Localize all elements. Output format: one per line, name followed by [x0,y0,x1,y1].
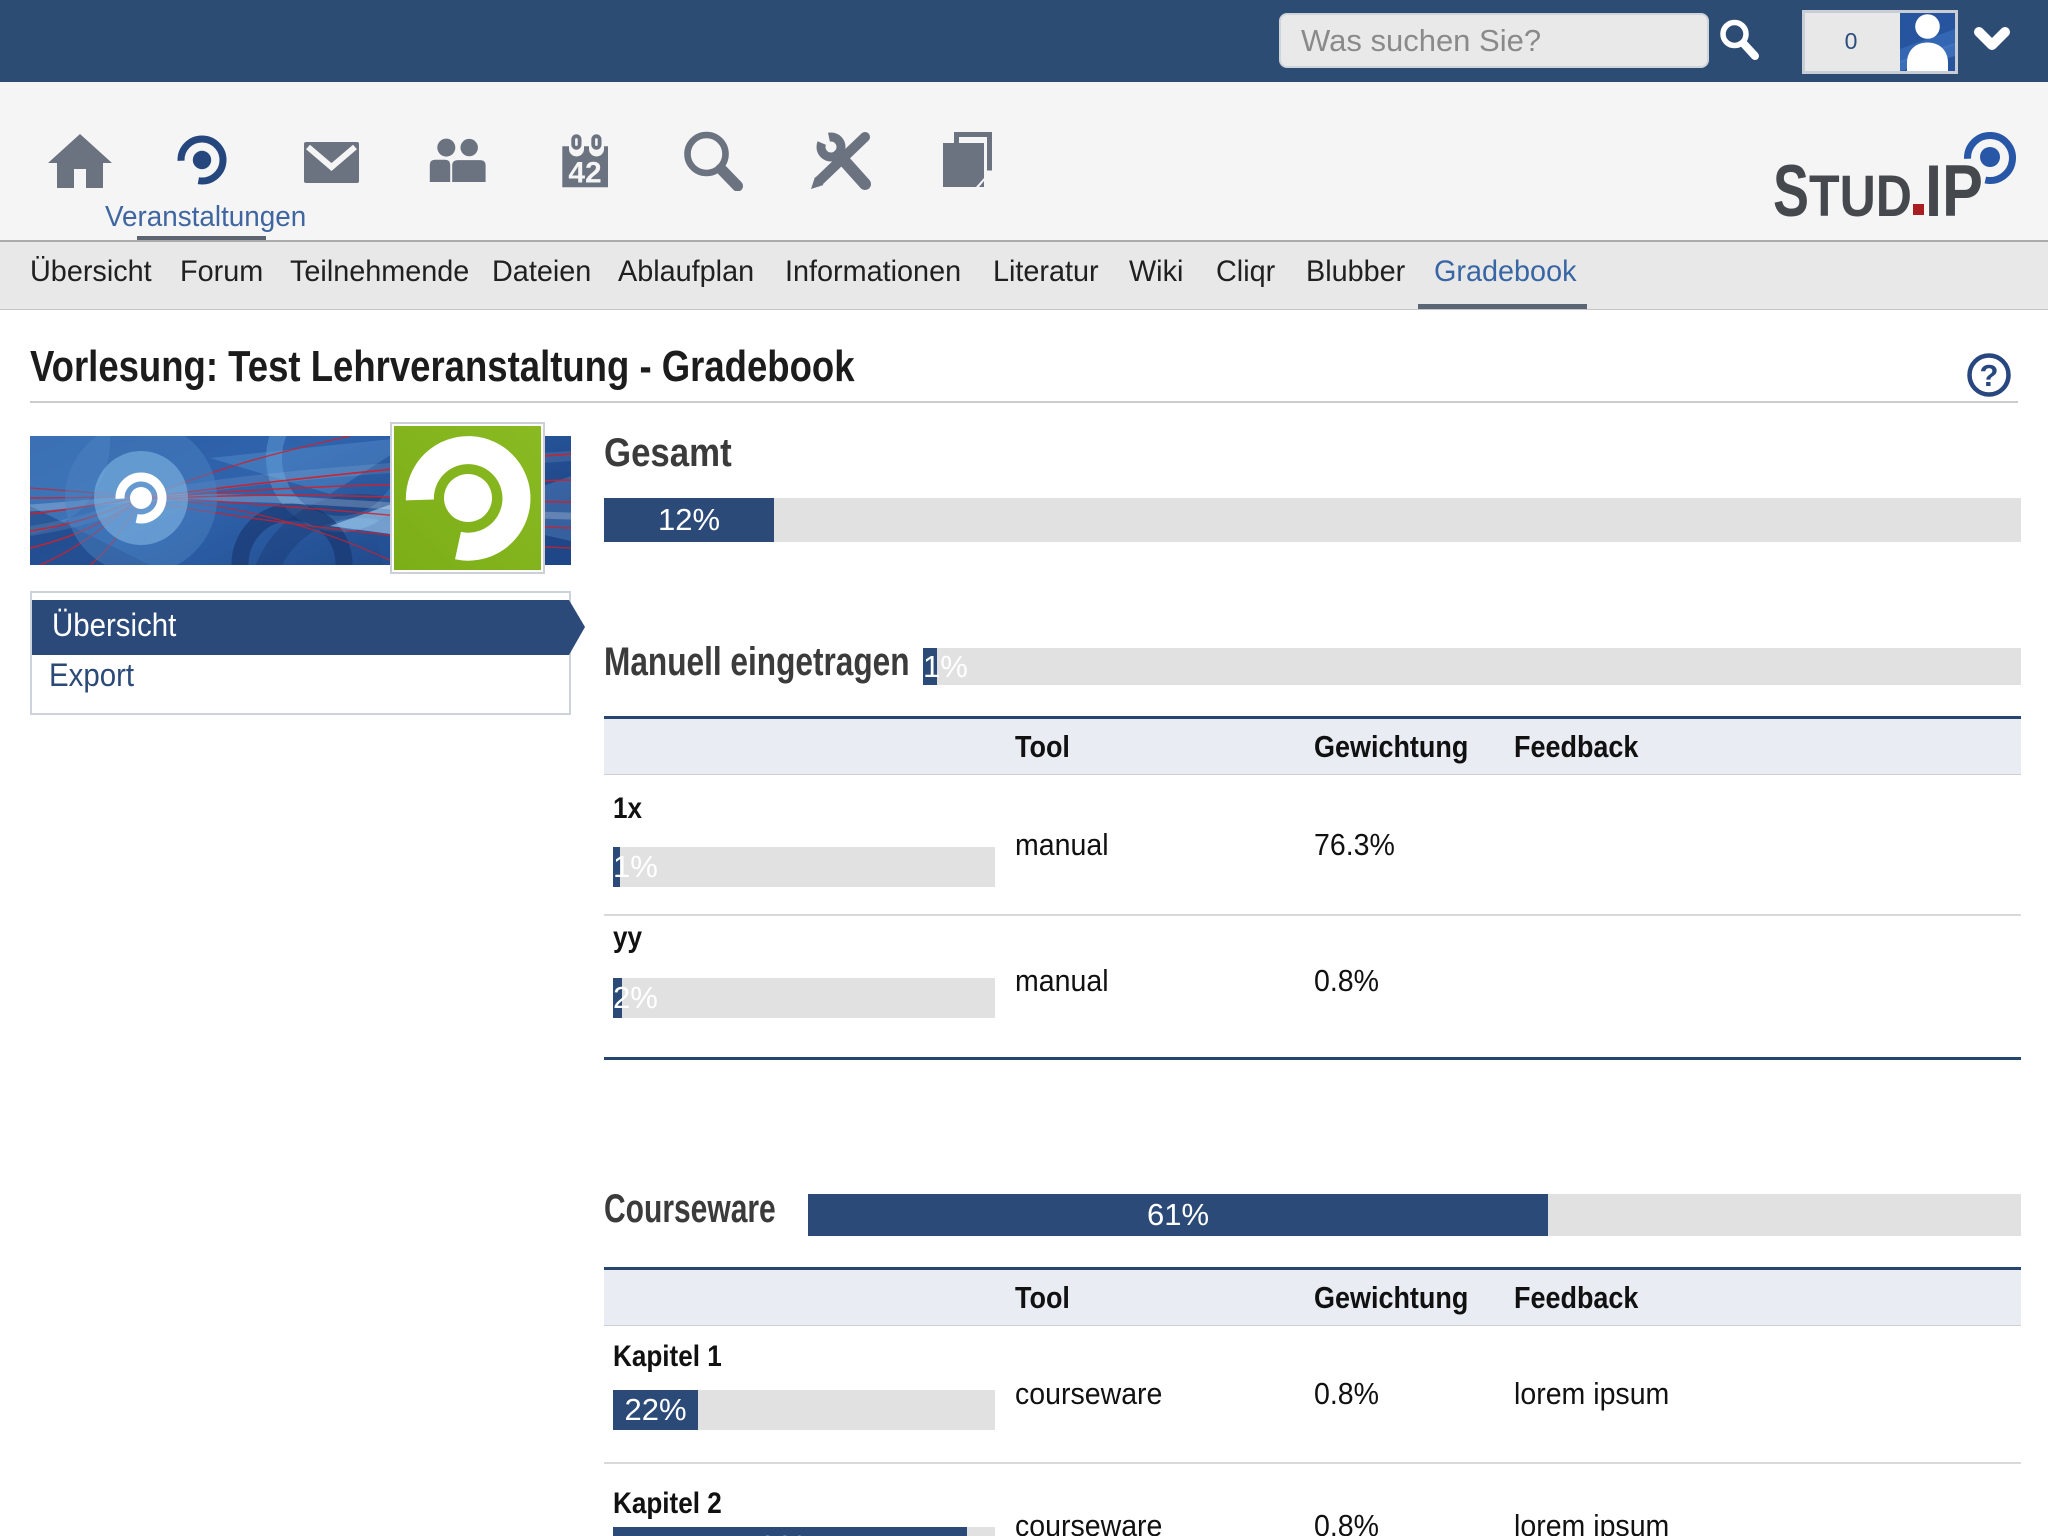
svg-text:?: ? [1980,358,1999,393]
svg-text:TUD: TUD [1809,164,1912,220]
svg-text:42: 42 [568,157,601,190]
svg-text:S: S [1773,158,1809,220]
